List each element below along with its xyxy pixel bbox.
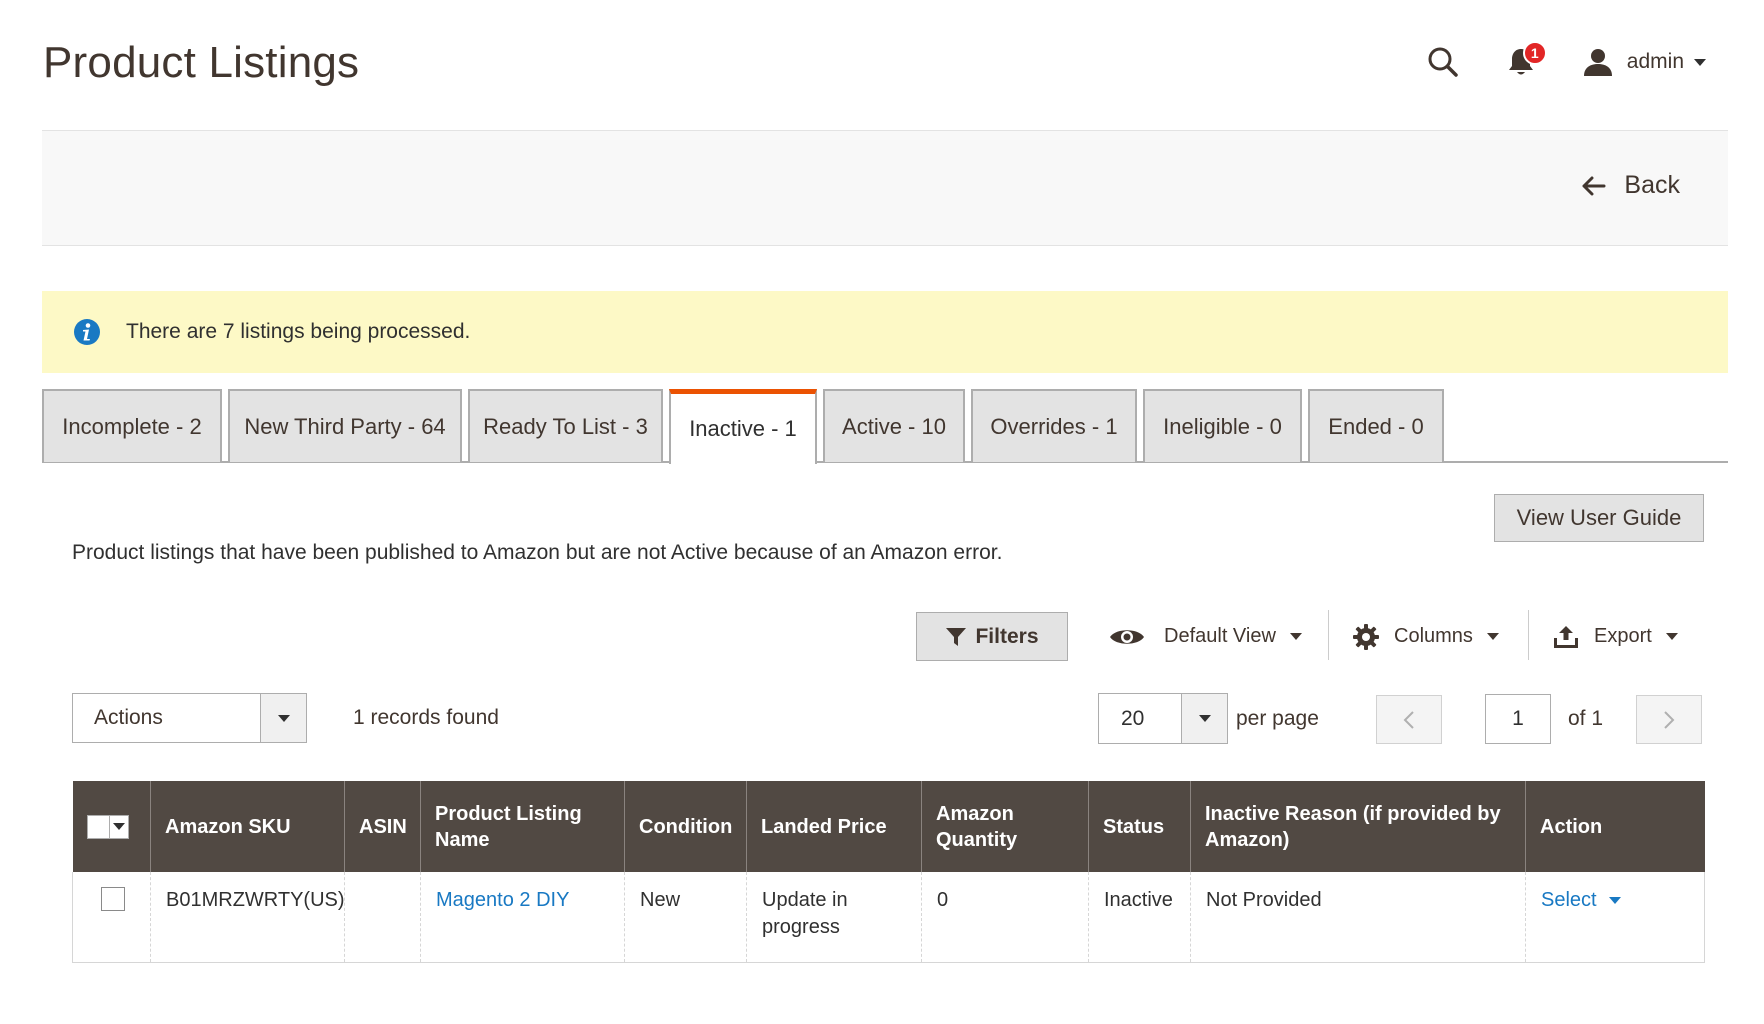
- chevron-down-icon: [1694, 58, 1706, 66]
- row-action-label: Select: [1541, 889, 1597, 911]
- export-icon: [1554, 625, 1578, 648]
- columns-control[interactable]: Columns: [1352, 612, 1499, 661]
- column-header-action: Action: [1525, 781, 1705, 872]
- column-header-select: [72, 781, 151, 872]
- view-label: Default View: [1164, 625, 1276, 647]
- chevron-down-icon: [277, 714, 290, 722]
- page-title: Product Listings: [43, 38, 360, 87]
- per-page-label: per page: [1236, 707, 1319, 730]
- filters-label: Filters: [975, 624, 1039, 648]
- columns-label: Columns: [1394, 625, 1473, 647]
- column-header-inactive-reason[interactable]: Inactive Reason (if provided by Amazon): [1190, 781, 1526, 872]
- cell-sku: B01MRZWRTY(US): [150, 872, 345, 963]
- notifications-button[interactable]: 1: [1501, 41, 1547, 82]
- mass-actions-label: Actions: [94, 706, 163, 729]
- chevron-down-icon: [1486, 633, 1499, 640]
- tab-incomplete[interactable]: Incomplete - 2: [42, 389, 222, 462]
- toolbar-divider: [1328, 610, 1329, 660]
- per-page-select[interactable]: 20: [1098, 693, 1228, 744]
- chevron-right-icon: [1664, 710, 1675, 729]
- select-all-checkbox[interactable]: [86, 814, 129, 839]
- chevron-down-icon: [1608, 897, 1621, 904]
- select-all-box[interactable]: [88, 815, 110, 838]
- cell-condition: New: [624, 872, 747, 963]
- product-name-link[interactable]: Magento 2 DIY: [436, 889, 569, 911]
- user-name: admin: [1626, 50, 1684, 73]
- table-row: B01MRZWRTY(US) Magento 2 DIY New Update …: [72, 872, 1705, 963]
- per-page-toggle[interactable]: [1181, 694, 1227, 743]
- cell-name: Magento 2 DIY: [420, 872, 625, 963]
- view-switcher[interactable]: Default View: [1108, 612, 1302, 661]
- column-header-condition[interactable]: Condition: [624, 781, 747, 872]
- mass-actions-select[interactable]: Actions: [72, 693, 307, 743]
- notification-badge: 1: [1522, 41, 1547, 65]
- chevron-down-icon: [112, 823, 125, 830]
- search-icon: [1428, 47, 1458, 77]
- cell-asin: [344, 872, 421, 963]
- global-search-button[interactable]: [1423, 42, 1463, 82]
- tab-overrides[interactable]: Overrides - 1: [971, 389, 1137, 462]
- export-control[interactable]: Export: [1552, 612, 1678, 661]
- user-icon: [1583, 49, 1612, 76]
- grid-header-row: Amazon SKU ASIN Product Listing Name Con…: [72, 781, 1705, 872]
- column-header-sku[interactable]: Amazon SKU: [150, 781, 345, 872]
- tab-ended[interactable]: Ended - 0: [1308, 389, 1444, 462]
- column-header-landed-price[interactable]: Landed Price: [746, 781, 922, 872]
- page-total: of 1: [1568, 707, 1604, 730]
- cell-inactive-reason: Not Provided: [1190, 872, 1526, 963]
- cell-landed-price: Update in progress: [746, 872, 922, 963]
- previous-page-button[interactable]: [1376, 695, 1442, 744]
- header-actions: 1 admin: [1423, 40, 1706, 84]
- row-action-select[interactable]: Select: [1541, 887, 1621, 914]
- page-actions-bar: Back: [42, 130, 1728, 246]
- tab-active[interactable]: Active - 10: [823, 389, 965, 462]
- column-header-status[interactable]: Status: [1088, 781, 1191, 872]
- current-page-input[interactable]: [1485, 694, 1551, 744]
- back-button[interactable]: Back: [1582, 171, 1680, 200]
- listings-grid: Amazon SKU ASIN Product Listing Name Con…: [72, 781, 1705, 963]
- filters-button[interactable]: Filters: [916, 612, 1068, 661]
- column-header-quantity[interactable]: Amazon Quantity: [921, 781, 1089, 872]
- records-found: 1 records found: [353, 706, 499, 729]
- next-page-button[interactable]: [1636, 695, 1702, 744]
- filter-icon: [946, 627, 967, 646]
- column-header-asin[interactable]: ASIN: [344, 781, 421, 872]
- row-select-cell: [72, 872, 151, 963]
- info-message: There are 7 listings being processed.: [42, 291, 1728, 373]
- mass-actions-toggle[interactable]: [260, 694, 306, 742]
- chevron-down-icon: [1198, 715, 1211, 722]
- row-checkbox[interactable]: [101, 887, 125, 911]
- eye-icon: [1110, 629, 1144, 644]
- tab-ready-to-list[interactable]: Ready To List - 3: [468, 389, 663, 462]
- toolbar-divider: [1528, 610, 1529, 660]
- info-icon: [74, 319, 100, 345]
- chevron-down-icon: [1665, 633, 1678, 640]
- tab-description: Product listings that have been publishe…: [72, 541, 1003, 564]
- column-header-name[interactable]: Product Listing Name: [420, 781, 625, 872]
- view-user-guide-button[interactable]: View User Guide: [1494, 494, 1704, 542]
- chevron-left-icon: [1403, 710, 1414, 729]
- user-menu[interactable]: admin: [1583, 48, 1706, 76]
- gear-icon: [1353, 623, 1379, 650]
- tab-inactive[interactable]: Inactive - 1: [669, 389, 817, 464]
- listing-tabs: Incomplete - 2 New Third Party - 64 Read…: [42, 389, 1728, 464]
- message-text: There are 7 listings being processed.: [126, 320, 471, 343]
- cell-quantity: 0: [921, 872, 1089, 963]
- back-label: Back: [1624, 171, 1680, 199]
- per-page-value: 20: [1121, 706, 1145, 730]
- tab-new-third-party[interactable]: New Third Party - 64: [228, 389, 462, 462]
- chevron-down-icon: [1289, 633, 1302, 640]
- select-all-dropdown[interactable]: [110, 823, 128, 830]
- arrow-left-icon: [1582, 176, 1606, 195]
- export-label: Export: [1594, 625, 1652, 647]
- cell-status: Inactive: [1088, 872, 1191, 963]
- cell-action: Select: [1525, 872, 1705, 963]
- tab-ineligible[interactable]: Ineligible - 0: [1143, 389, 1302, 462]
